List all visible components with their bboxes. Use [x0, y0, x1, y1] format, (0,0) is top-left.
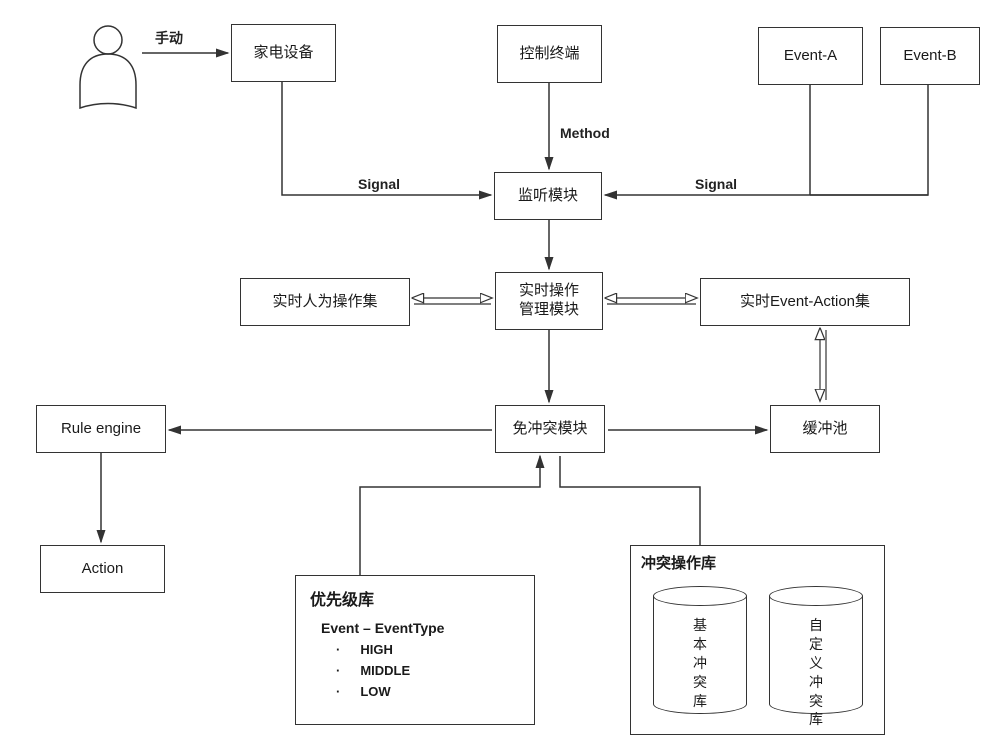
event-b-box: Event-B [880, 27, 980, 85]
control-terminal-label: 控制终端 [519, 45, 579, 64]
buffer-pool-box: 缓冲池 [770, 405, 880, 453]
signal-left-label: Signal [358, 176, 400, 192]
priority-levels: HIGH MIDDLE LOW [336, 642, 534, 699]
home-appliance-box: 家电设备 [231, 24, 336, 82]
rule-engine-box: Rule engine [36, 405, 166, 453]
human-op-set-label: 实时人为操作集 [272, 293, 377, 312]
manual-label: 手动 [155, 28, 183, 48]
buffer-pool-label: 缓冲池 [802, 420, 847, 439]
signal-right-label: Signal [695, 176, 737, 192]
action-box: Action [40, 545, 165, 593]
conflict-operation-library-box: 冲突操作库 基本冲突库 自定义冲突库 [630, 545, 885, 735]
human-op-set-box: 实时人为操作集 [240, 278, 410, 326]
custom-conflict-label: 自定义冲突库 [769, 616, 863, 729]
priority-level-middle: MIDDLE [336, 663, 534, 678]
priority-level-low: LOW [336, 684, 534, 699]
person-icon [68, 20, 148, 120]
basic-conflict-cylinder: 基本冲突库 [653, 586, 747, 724]
realtime-manager-box: 实时操作 管理模块 [495, 272, 603, 330]
priority-title: 优先级库 [310, 586, 534, 610]
priority-level-high: HIGH [336, 642, 534, 657]
priority-library-box: 优先级库 Event – EventType HIGH MIDDLE LOW [295, 575, 535, 725]
event-a-box: Event-A [758, 27, 863, 85]
basic-conflict-label: 基本冲突库 [653, 616, 747, 710]
rule-engine-label: Rule engine [61, 420, 141, 439]
event-action-set-label: 实时Event-Action集 [740, 293, 870, 312]
action-label: Action [82, 560, 124, 579]
event-action-set-box: 实时Event-Action集 [700, 278, 910, 326]
control-terminal-box: 控制终端 [497, 25, 602, 83]
conflict-lib-title: 冲突操作库 [641, 552, 884, 573]
event-b-label: Event-B [903, 47, 956, 66]
listener-label: 监听模块 [518, 187, 578, 206]
home-appliance-label: 家电设备 [253, 44, 313, 63]
method-label: Method [560, 125, 610, 141]
realtime-manager-label: 实时操作 管理模块 [519, 282, 579, 320]
event-a-label: Event-A [784, 47, 837, 66]
priority-event-line: Event – EventType [321, 620, 534, 636]
conflict-free-label: 免冲突模块 [512, 420, 587, 439]
listener-box: 监听模块 [494, 172, 602, 220]
conflict-free-box: 免冲突模块 [495, 405, 605, 453]
custom-conflict-cylinder: 自定义冲突库 [769, 586, 863, 724]
